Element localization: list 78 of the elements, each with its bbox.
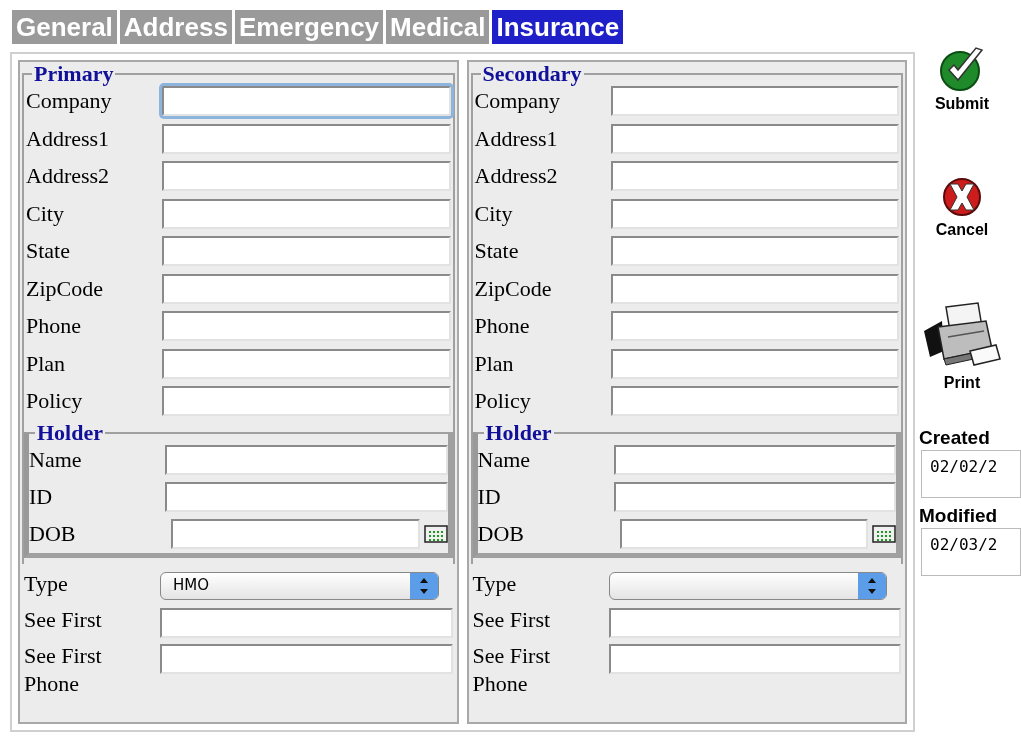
text-field[interactable]: [610, 386, 899, 417]
section-title: Secondary: [481, 62, 583, 86]
field-label: See First Phone: [24, 641, 103, 698]
text-field[interactable]: [162, 348, 451, 379]
text-field[interactable]: [162, 273, 451, 304]
field-label: ID: [477, 482, 502, 511]
field-label: See First: [24, 605, 103, 634]
text-field[interactable]: [162, 386, 451, 417]
field-label: ZipCode: [26, 274, 104, 303]
text-field[interactable]: [610, 86, 899, 117]
field-label: Name: [29, 445, 83, 474]
text-field[interactable]: [613, 444, 896, 475]
text-field[interactable]: [162, 86, 451, 117]
field-label: Plan: [474, 349, 515, 378]
text-field[interactable]: [162, 236, 451, 267]
calendar-icon[interactable]: [872, 524, 896, 543]
text-field[interactable]: [610, 123, 899, 154]
text-field[interactable]: [165, 444, 448, 475]
text-field[interactable]: [613, 481, 896, 512]
field-label: Company: [26, 87, 113, 116]
stepper-arrows-icon: [409, 572, 438, 599]
field-label: Phone: [474, 312, 531, 341]
field-label: Address1: [474, 124, 559, 153]
field-label: ZipCode: [474, 274, 553, 303]
field-label: Policy: [26, 387, 84, 416]
text-field[interactable]: [610, 273, 899, 304]
field-label: See First Phone: [472, 641, 552, 698]
select-field[interactable]: HMO: [160, 571, 439, 600]
section-title: Primary: [33, 62, 115, 86]
date-field[interactable]: 02/02/2: [921, 450, 1021, 498]
date-field[interactable]: [619, 518, 868, 549]
field-label: Type: [472, 569, 518, 598]
text-field[interactable]: [610, 236, 899, 267]
text-field[interactable]: [160, 643, 453, 674]
date-field[interactable]: [171, 518, 420, 549]
field-label: Type: [24, 569, 69, 598]
field-label: See First: [472, 605, 552, 634]
text-field[interactable]: [162, 311, 451, 342]
x-circle-icon: [940, 176, 984, 218]
text-field[interactable]: [160, 607, 453, 638]
text-field[interactable]: [608, 643, 901, 674]
text-field[interactable]: [610, 348, 899, 379]
text-field[interactable]: [610, 161, 899, 192]
date-field[interactable]: 02/03/2: [921, 528, 1021, 576]
select-field[interactable]: [608, 571, 887, 600]
field-label: State: [26, 237, 71, 266]
field-label: Company: [474, 87, 562, 116]
field-label: Phone: [26, 312, 82, 341]
field-label: Name: [477, 445, 532, 474]
field-label: Created: [919, 426, 991, 450]
field-label: City: [26, 199, 65, 228]
stepper-arrows-icon: [858, 572, 886, 599]
text-field[interactable]: [608, 607, 901, 638]
tab[interactable]: Insurance: [492, 10, 624, 44]
field-label: Address1: [26, 124, 111, 153]
field-label: Address2: [474, 162, 559, 191]
field-label: Address2: [26, 162, 111, 191]
section-title: Holder: [36, 420, 104, 445]
action-button[interactable]: Print: [927, 301, 997, 426]
action-button[interactable]: Cancel: [927, 176, 997, 301]
text-field[interactable]: [165, 481, 448, 512]
section-title: Holder: [484, 420, 553, 445]
text-field[interactable]: [610, 311, 899, 342]
field-label: State: [474, 237, 520, 266]
field-label: DOB: [29, 519, 77, 548]
action-button[interactable]: Submit: [927, 46, 997, 176]
calendar-icon[interactable]: [423, 524, 448, 543]
text-field[interactable]: [162, 123, 451, 154]
text-field[interactable]: [162, 198, 451, 229]
field-label: DOB: [477, 519, 525, 548]
field-label: Policy: [474, 387, 532, 416]
text-field[interactable]: [162, 161, 451, 192]
checkmark-icon: [938, 46, 986, 92]
field-label: City: [474, 199, 514, 228]
text-field[interactable]: [610, 198, 899, 229]
field-label: Plan: [26, 349, 67, 378]
field-label: Modified: [919, 504, 999, 528]
field-label: ID: [29, 482, 54, 511]
